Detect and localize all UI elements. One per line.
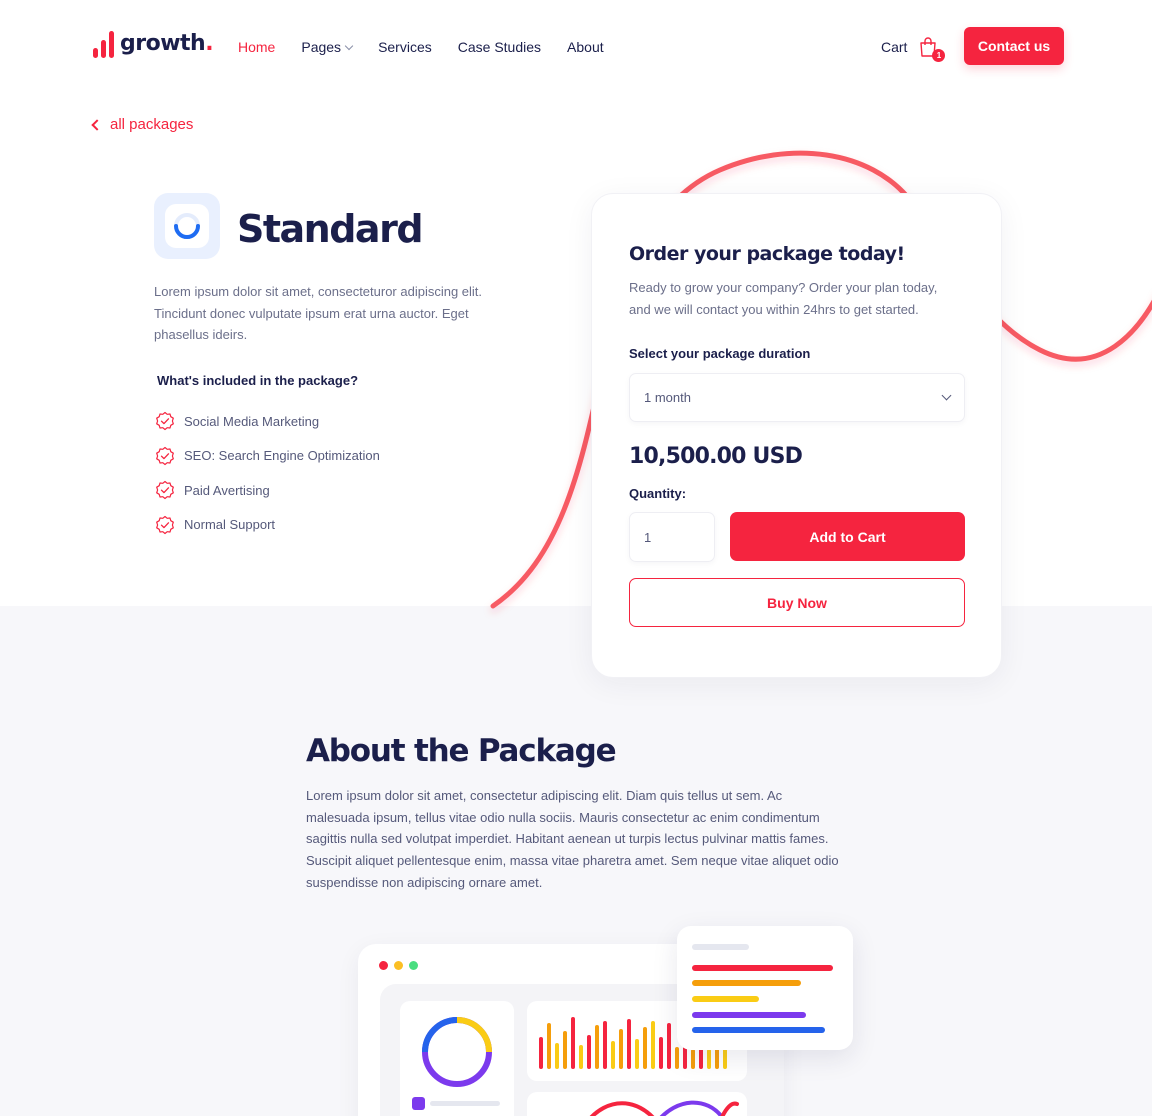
float-line	[692, 965, 833, 971]
progress-ring-icon	[174, 213, 200, 239]
nav-services[interactable]: Services	[378, 38, 432, 56]
back-to-packages-link[interactable]: all packages	[91, 116, 194, 133]
duration-label: Select your package duration	[629, 346, 811, 361]
float-line	[692, 1027, 825, 1033]
shopping-bag-icon: 1	[917, 36, 946, 62]
feature-label: SEO: Search Engine Optimization	[184, 448, 380, 464]
float-line	[692, 1012, 806, 1018]
feature-item: SEO: Search Engine Optimization	[155, 439, 380, 474]
contact-us-button[interactable]: Contact us	[964, 27, 1064, 65]
feature-list: Social Media Marketing SEO: Search Engin…	[155, 404, 380, 542]
chevron-left-icon	[91, 118, 103, 131]
chevron-down-icon	[344, 41, 354, 50]
cart-count-badge: 1	[932, 49, 946, 62]
cart-link[interactable]: Cart 1	[881, 36, 946, 62]
check-badge-icon	[156, 446, 174, 465]
package-detail-page: growth. Home Pages Services Case Studies…	[0, 0, 1152, 1116]
duration-select[interactable]: 1 month	[629, 373, 965, 422]
back-link-label: all packages	[110, 116, 194, 133]
nav-case-studies[interactable]: Case Studies	[458, 38, 541, 56]
feature-label: Normal Support	[184, 517, 276, 533]
feature-item: Normal Support	[155, 508, 380, 543]
logo-text: growth.	[120, 31, 214, 56]
check-badge-icon	[156, 515, 174, 534]
cart-label: Cart	[881, 39, 908, 55]
window-dot	[409, 961, 418, 970]
order-subtitle: Ready to grow your company? Order your p…	[629, 280, 938, 317]
window-dot	[394, 961, 403, 970]
included-heading: What's included in the package?	[157, 373, 359, 388]
logo-bars-icon	[93, 30, 114, 58]
order-card: Order your package today! Ready to grow …	[591, 193, 1002, 678]
donut-chart-graphic	[412, 1017, 500, 1110]
float-line	[692, 944, 749, 950]
duration-value: 1 month	[644, 390, 691, 405]
float-line	[692, 996, 759, 1002]
site-header: growth. Home Pages Services Case Studies…	[0, 0, 1152, 94]
feature-label: Paid Avertising	[184, 482, 270, 498]
about-title: About the Package	[306, 733, 617, 769]
check-badge-icon	[156, 481, 174, 500]
wave-graphic	[589, 1100, 739, 1116]
package-title: Standard	[237, 207, 424, 251]
add-to-cart-button[interactable]: Add to Cart	[730, 512, 965, 561]
package-description: Lorem ipsum dolor sit amet, consecteturo…	[154, 284, 483, 342]
donut-card	[400, 1001, 514, 1116]
main-nav: Home Pages Services Case Studies About	[238, 38, 630, 56]
chevron-down-icon	[941, 390, 952, 401]
package-icon	[154, 193, 220, 259]
check-badge-icon	[156, 412, 174, 431]
window-dot	[379, 961, 388, 970]
feature-item: Social Media Marketing	[155, 404, 380, 439]
buy-now-button[interactable]: Buy Now	[629, 578, 965, 627]
package-price: 10,500.00 USD	[629, 444, 803, 469]
floating-list-card	[677, 926, 853, 1050]
brand-logo[interactable]: growth.	[93, 30, 214, 58]
quantity-label: Quantity:	[629, 486, 687, 501]
nav-home[interactable]: Home	[238, 38, 275, 56]
window-dots	[379, 961, 418, 970]
nav-about[interactable]: About	[567, 38, 604, 56]
nav-pages[interactable]: Pages	[301, 38, 354, 56]
feature-label: Social Media Marketing	[184, 413, 320, 429]
line-chart-card	[527, 1092, 747, 1116]
order-title: Order your package today!	[629, 243, 905, 265]
quantity-input[interactable]: 1	[629, 512, 715, 562]
feature-item: Paid Avertising	[155, 473, 380, 508]
about-text: Lorem ipsum dolor sit amet, consectetur …	[306, 788, 839, 890]
float-line	[692, 980, 801, 986]
